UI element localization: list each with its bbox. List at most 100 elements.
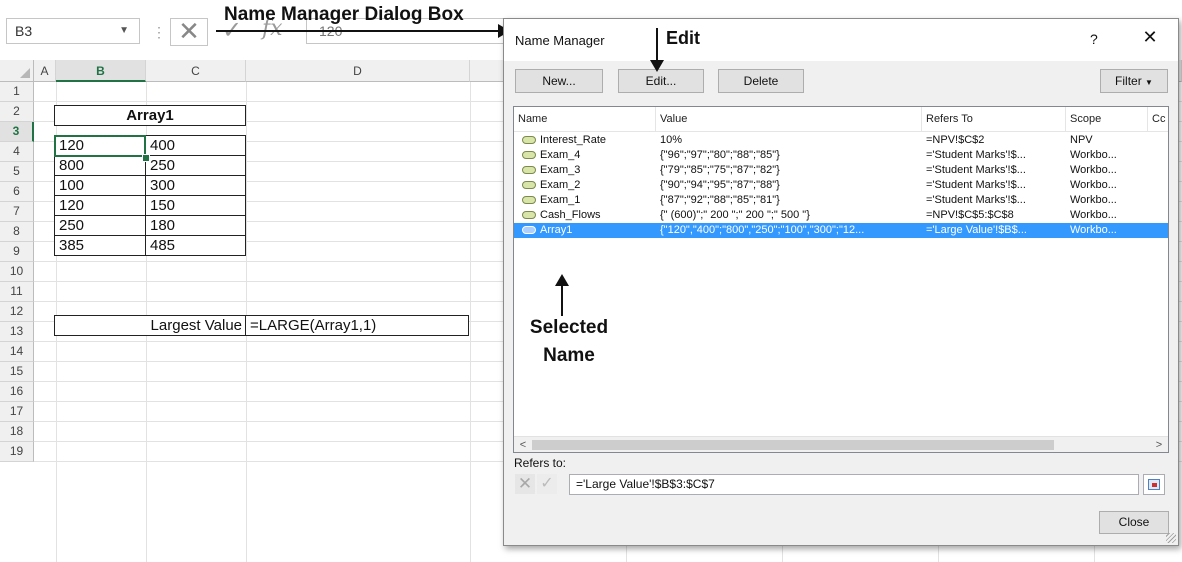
select-all-icon xyxy=(20,68,30,78)
named-range-icon xyxy=(522,211,536,219)
delete-button[interactable]: Delete xyxy=(718,69,804,93)
horizontal-scrollbar[interactable]: < > xyxy=(514,436,1168,452)
scope-cell: Workbo... xyxy=(1070,149,1117,161)
column-header-comment[interactable]: Cc xyxy=(1148,107,1168,131)
row-header-9[interactable]: 9 xyxy=(0,242,34,262)
select-all-button[interactable] xyxy=(0,60,34,82)
annotation-edit-label: Edit xyxy=(666,28,700,48)
row-header-11[interactable]: 11 xyxy=(0,282,34,302)
row-header-7[interactable]: 7 xyxy=(0,202,34,222)
refers-cancel-icon[interactable]: ✕ xyxy=(515,474,535,494)
cell-b5[interactable]: 100 xyxy=(54,175,146,196)
delete-button-label: Delete xyxy=(743,74,779,88)
scroll-left-icon[interactable]: < xyxy=(516,437,530,452)
column-header-a[interactable]: A xyxy=(34,60,56,82)
filter-button[interactable]: Filter ▼ xyxy=(1100,69,1168,93)
scope-cell: Workbo... xyxy=(1070,179,1117,191)
refers-to-cell: ='Student Marks'!$... xyxy=(926,194,1026,206)
annotation-selected-name-label: Selected Name xyxy=(524,314,614,370)
named-range-icon xyxy=(522,151,536,159)
refers-to-label: Refers to: xyxy=(514,456,567,470)
dialog-titlebar[interactable]: Name Manager ? ✕ xyxy=(504,19,1178,61)
row-header-12[interactable]: 12 xyxy=(0,302,34,322)
name-manager-dialog: Name Manager ? ✕ New... Edit... Delete F… xyxy=(503,18,1179,546)
name-cell: Exam_1 xyxy=(540,194,581,206)
largest-formula-cell[interactable]: =LARGE(Array1,1) xyxy=(245,315,469,336)
chevron-down-icon[interactable]: ▼ xyxy=(119,19,129,43)
row-header-18[interactable]: 18 xyxy=(0,422,34,442)
row-header-5[interactable]: 5 xyxy=(0,162,34,182)
resize-grip-icon[interactable] xyxy=(1166,533,1176,543)
row-header-4[interactable]: 4 xyxy=(0,142,34,162)
column-header-d[interactable]: D xyxy=(246,60,470,82)
row-header-2[interactable]: 2 xyxy=(0,102,34,122)
name-box[interactable]: B3 ▼ xyxy=(6,18,140,44)
refers-confirm-icon[interactable]: ✓ xyxy=(537,474,557,494)
cell-c6[interactable]: 150 xyxy=(145,195,246,216)
cell-b7[interactable]: 250 xyxy=(54,215,146,236)
cancel-formula-icon[interactable]: ✕ xyxy=(170,18,208,46)
scroll-thumb[interactable] xyxy=(532,440,1054,450)
annotation-edit-arrow xyxy=(656,28,658,64)
row-header-1[interactable]: 1 xyxy=(0,82,34,102)
name-row[interactable]: Cash_Flows {" (600)";" 200 ";" 200 ";" 50… xyxy=(514,208,1168,223)
row-header-17[interactable]: 17 xyxy=(0,402,34,422)
help-button[interactable]: ? xyxy=(1090,31,1098,47)
column-header-refers-to[interactable]: Refers To xyxy=(922,107,1066,131)
cell-c3[interactable]: 400 xyxy=(145,135,246,156)
value-cell: {"96";"97";"80";"88";"85"} xyxy=(660,149,780,161)
name-row[interactable]: Exam_1 {"87";"92";"88";"85";"81"} ='Studen… xyxy=(514,193,1168,208)
column-header-scope[interactable]: Scope xyxy=(1066,107,1148,131)
annotation-selected-arrow xyxy=(561,282,563,316)
row-header-15[interactable]: 15 xyxy=(0,362,34,382)
row-header-16[interactable]: 16 xyxy=(0,382,34,402)
row-header-14[interactable]: 14 xyxy=(0,342,34,362)
active-cell-border xyxy=(54,135,146,157)
close-icon[interactable]: ✕ xyxy=(1136,27,1164,48)
row-header-6[interactable]: 6 xyxy=(0,182,34,202)
column-header-c[interactable]: C xyxy=(146,60,246,82)
name-row[interactable]: Interest_Rate 10% =NPV!$C$2 NPV xyxy=(514,133,1168,148)
named-range-icon xyxy=(522,226,536,234)
scroll-right-icon[interactable]: > xyxy=(1152,437,1166,452)
cell-c7[interactable]: 180 xyxy=(145,215,246,236)
new-button[interactable]: New... xyxy=(515,69,603,93)
cell-c8[interactable]: 485 xyxy=(145,235,246,256)
row-header-10[interactable]: 10 xyxy=(0,262,34,282)
row-header-19[interactable]: 19 xyxy=(0,442,34,462)
column-header-b[interactable]: B xyxy=(56,60,146,82)
row-header-8[interactable]: 8 xyxy=(0,222,34,242)
name-row[interactable]: Array1 {"120","400";"800","250";"100","30… xyxy=(514,223,1168,238)
value-cell: {"90";"94";"95";"87";"88"} xyxy=(660,179,780,191)
cell-b6[interactable]: 120 xyxy=(54,195,146,216)
array-title-cell[interactable]: Array1 xyxy=(54,105,246,126)
fill-handle[interactable] xyxy=(142,154,150,162)
collapse-dialog-icon[interactable] xyxy=(1143,474,1165,495)
name-row[interactable]: Exam_2 {"90";"94";"95";"87";"88"} ='Studen… xyxy=(514,178,1168,193)
scope-cell: NPV xyxy=(1070,134,1093,146)
name-row[interactable]: Exam_3 {"79";"85";"75";"87";"82"} ='Studen… xyxy=(514,163,1168,178)
cell-b8[interactable]: 385 xyxy=(54,235,146,256)
annotation-dialog-label: Name Manager Dialog Box xyxy=(224,4,464,25)
names-list[interactable]: Name Value Refers To Scope Cc Interest_R… xyxy=(513,106,1169,453)
formula-bar-separator-icon: ⋮ xyxy=(152,24,166,40)
cell-b4[interactable]: 800 xyxy=(54,155,146,176)
edit-button[interactable]: Edit... xyxy=(618,69,704,93)
named-range-icon xyxy=(522,136,536,144)
row-header-13[interactable]: 13 xyxy=(0,322,34,342)
name-row[interactable]: Exam_4 {"96";"97";"80";"88";"85"} ='Studen… xyxy=(514,148,1168,163)
dialog-title: Name Manager xyxy=(515,33,605,48)
value-cell: {"120","400";"800","250";"100","300";"12… xyxy=(660,224,865,236)
close-button[interactable]: Close xyxy=(1099,511,1169,534)
column-header-value[interactable]: Value xyxy=(656,107,922,131)
value-cell: {"87";"92";"88";"85";"81"} xyxy=(660,194,780,206)
row-header-3[interactable]: 3 xyxy=(0,122,34,142)
column-header-name[interactable]: Name xyxy=(514,107,656,131)
cell-c4[interactable]: 250 xyxy=(145,155,246,176)
named-range-icon xyxy=(522,166,536,174)
largest-value-label-cell[interactable]: Largest Value xyxy=(54,315,246,336)
refers-to-input[interactable]: ='Large Value'!$B$3:$C$7 xyxy=(569,474,1139,495)
refers-to-cell: =NPV!$C$5:$C$8 xyxy=(926,209,1014,221)
cell-c5[interactable]: 300 xyxy=(145,175,246,196)
chevron-down-icon: ▼ xyxy=(1145,78,1153,87)
